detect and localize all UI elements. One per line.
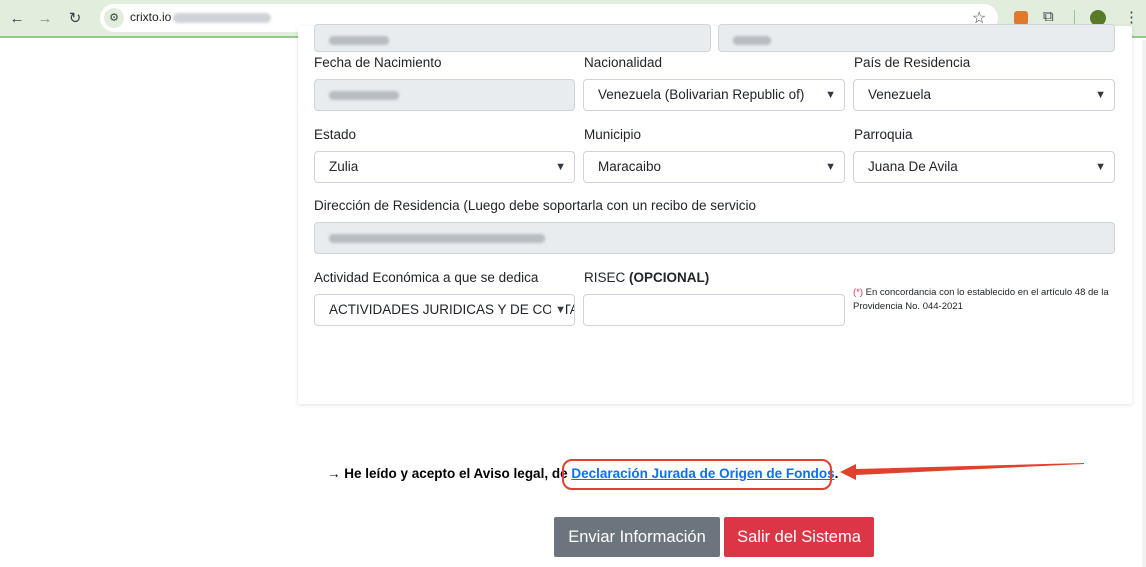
extensions-puzzle-icon[interactable]: ⧉ xyxy=(1043,8,1054,25)
extension-icon[interactable] xyxy=(1014,11,1028,25)
browser-menu-icon[interactable]: ⋮ xyxy=(1124,8,1139,26)
exit-system-button[interactable]: Salir del Sistema xyxy=(724,517,874,557)
site-settings-icon[interactable]: ⚙ xyxy=(104,8,124,28)
annotation-arrow xyxy=(840,463,1084,480)
risec-label-text: RISEC xyxy=(584,270,626,285)
municipality-label: Municipio xyxy=(584,127,642,142)
chevron-down-icon: ▼ xyxy=(825,161,836,173)
chevron-down-icon: ▼ xyxy=(551,295,566,325)
nationality-select[interactable]: Venezuela (Bolivarian Republic of) ▼ xyxy=(583,79,845,111)
residence-country-label: País de Residencia xyxy=(854,55,971,70)
birth-date-label: Fecha de Nacimiento xyxy=(314,55,442,70)
url-text: crixto.io xyxy=(130,10,272,24)
nationality-value: Venezuela (Bolivarian Republic of) xyxy=(598,87,805,102)
reload-icon[interactable]: ↻ xyxy=(64,8,86,30)
back-icon[interactable]: ← xyxy=(6,8,28,30)
state-value: Zulia xyxy=(329,159,359,174)
risec-input[interactable] xyxy=(583,294,845,326)
state-select[interactable]: Zulia ▼ xyxy=(314,151,575,183)
economic-activity-value: ACTIVIDADES JURIDICAS Y DE CONTABILIDAD xyxy=(329,302,574,317)
economic-activity-label: Actividad Económica a que se dedica xyxy=(314,270,539,285)
forward-icon[interactable]: → xyxy=(34,8,56,30)
municipality-select[interactable]: Maracaibo ▼ xyxy=(583,151,845,183)
legal-note: (*) En concordancia con lo establecido e… xyxy=(853,286,1121,314)
consent-prefix: → He leído y acepto el Aviso legal, de xyxy=(327,466,572,481)
redacted-value xyxy=(329,35,389,45)
address-field xyxy=(314,222,1115,254)
parish-label: Parroquia xyxy=(854,127,913,142)
residence-country-value: Venezuela xyxy=(868,87,932,102)
risec-optional-tag: (OPCIONAL) xyxy=(629,270,710,285)
send-information-button[interactable]: Enviar Información xyxy=(554,517,720,557)
highlight-outline xyxy=(562,459,832,490)
chevron-down-icon: ▼ xyxy=(555,161,566,173)
chevron-down-icon: ▼ xyxy=(1095,89,1106,101)
arrow-shape xyxy=(840,463,1084,480)
economic-activity-select[interactable]: ACTIVIDADES JURIDICAS Y DE CONTABILIDAD▼ xyxy=(314,294,575,326)
birth-date-field xyxy=(314,79,575,111)
consent-suffix: . xyxy=(834,466,839,481)
residence-country-select[interactable]: Venezuela ▼ xyxy=(853,79,1115,111)
municipality-value: Maracaibo xyxy=(598,159,662,174)
redacted-value xyxy=(329,90,399,100)
first-name-field xyxy=(314,24,711,52)
redacted-value xyxy=(329,233,545,243)
chevron-down-icon: ▼ xyxy=(825,89,836,101)
chevron-down-icon: ▼ xyxy=(1095,161,1106,173)
redacted-value xyxy=(733,35,771,45)
risec-label: RISEC (OPCIONAL) xyxy=(584,270,709,285)
state-label: Estado xyxy=(314,127,357,142)
last-name-field xyxy=(718,24,1115,52)
address-label: Dirección de Residencia (Luego debe sopo… xyxy=(314,198,757,213)
parish-select[interactable]: Juana De Avila ▼ xyxy=(853,151,1115,183)
nationality-label: Nacionalidad xyxy=(584,55,663,70)
note-marker: (*) xyxy=(853,287,864,298)
page-scrollbar[interactable] xyxy=(1142,40,1146,567)
parish-value: Juana De Avila xyxy=(868,159,958,174)
url-path-redacted xyxy=(173,12,272,23)
note-text: En concordancia con lo establecido en el… xyxy=(853,287,1109,312)
